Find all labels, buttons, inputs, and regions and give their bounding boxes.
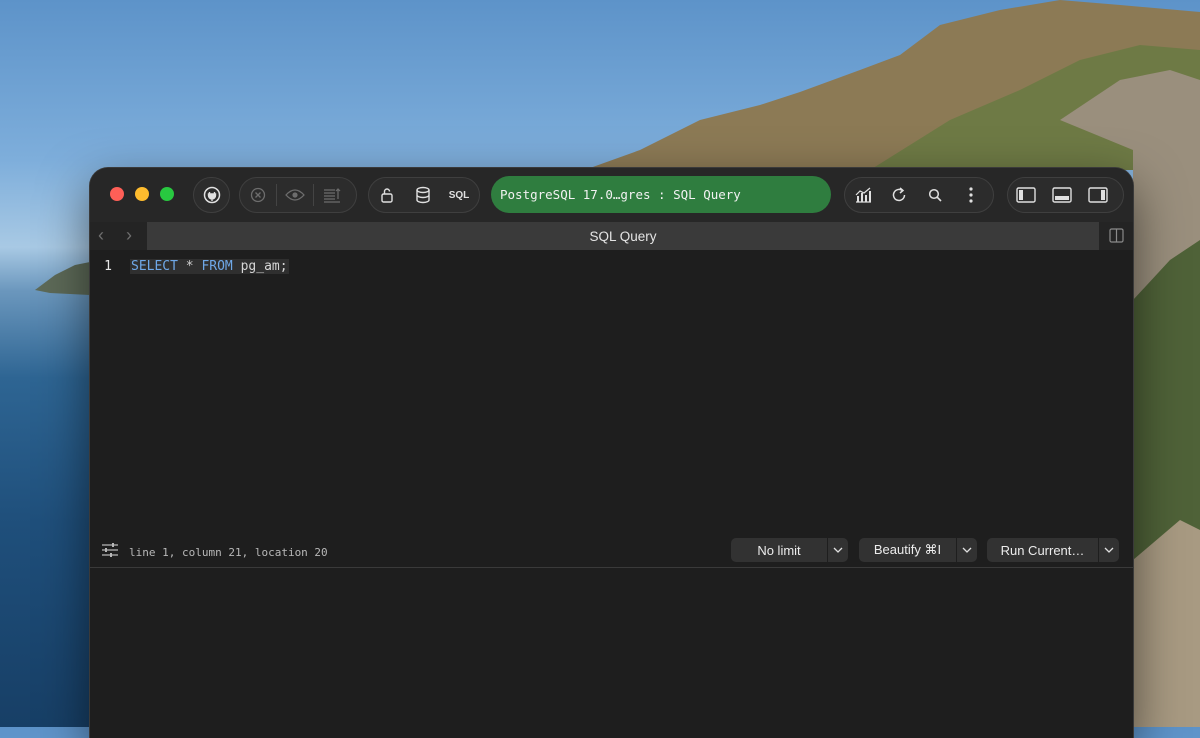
database-controls-group: SQL — [368, 177, 480, 213]
line-number: 1 — [104, 258, 112, 274]
editor-status-bar: line 1, column 21, location 20 No limit … — [90, 538, 1133, 568]
beautify-label: Beautify ⌘I — [873, 542, 942, 557]
chevron-down-icon[interactable] — [827, 538, 848, 562]
lock-icon[interactable] — [369, 178, 405, 212]
limit-label: No limit — [757, 542, 801, 558]
split-view-icon[interactable] — [1109, 228, 1124, 248]
table-name: pg_am; — [240, 258, 288, 274]
back-arrow-icon[interactable]: ‹ — [98, 226, 104, 244]
tab-sql-query[interactable]: SQL Query — [147, 222, 1099, 250]
forward-arrow-icon[interactable]: › — [126, 226, 132, 244]
query-controls-group — [239, 177, 357, 213]
minimize-window-button[interactable] — [135, 187, 149, 201]
code-text: SELECT * FROM pg_am; — [130, 258, 289, 274]
operator-star: * — [185, 258, 194, 274]
beautify-button[interactable]: Beautify ⌘I — [859, 538, 977, 562]
limit-select[interactable]: No limit — [731, 538, 848, 562]
chevron-down-icon[interactable] — [956, 538, 977, 562]
sql-button[interactable]: SQL — [441, 178, 477, 212]
close-window-button[interactable] — [110, 187, 124, 201]
keyword-select: SELECT — [131, 258, 178, 274]
refresh-icon[interactable] — [881, 178, 917, 212]
database-icon[interactable] — [405, 178, 441, 212]
cursor-position: line 1, column 21, location 20 — [129, 546, 328, 559]
tools-group — [844, 177, 994, 213]
run-label: Run Current… — [1000, 542, 1085, 558]
editor-line: 1 SELECT * FROM pg_am; — [90, 257, 289, 275]
title-bar: SQL PostgreSQL 17.0…gres : SQL Query — [90, 168, 1133, 222]
more-icon[interactable] — [953, 178, 989, 212]
results-panel — [90, 568, 1133, 738]
settings-sliders-icon[interactable] — [101, 543, 119, 562]
eye-icon[interactable] — [277, 178, 313, 212]
plug-icon — [194, 178, 229, 212]
search-icon[interactable] — [917, 178, 953, 212]
sql-editor[interactable]: 1 SELECT * FROM pg_am; — [90, 250, 1133, 538]
left-panel-icon[interactable] — [1008, 178, 1044, 212]
tab-bar: ‹ › SQL Query — [90, 222, 1133, 250]
chart-icon[interactable] — [845, 178, 881, 212]
chevron-down-icon[interactable] — [1098, 538, 1119, 562]
list-icon[interactable] — [314, 178, 350, 212]
run-current-button[interactable]: Run Current… — [987, 538, 1119, 562]
app-window: SQL PostgreSQL 17.0…gres : SQL Query ‹ ›… — [90, 168, 1133, 738]
bottom-panel-icon[interactable] — [1044, 178, 1080, 212]
connection-button[interactable] — [193, 177, 230, 213]
zoom-window-button[interactable] — [160, 187, 174, 201]
keyword-from: FROM — [201, 258, 233, 274]
layout-group — [1007, 177, 1124, 213]
right-panel-icon[interactable] — [1080, 178, 1116, 212]
stop-icon[interactable] — [240, 178, 276, 212]
connection-status-pill[interactable]: PostgreSQL 17.0…gres : SQL Query — [491, 176, 831, 213]
